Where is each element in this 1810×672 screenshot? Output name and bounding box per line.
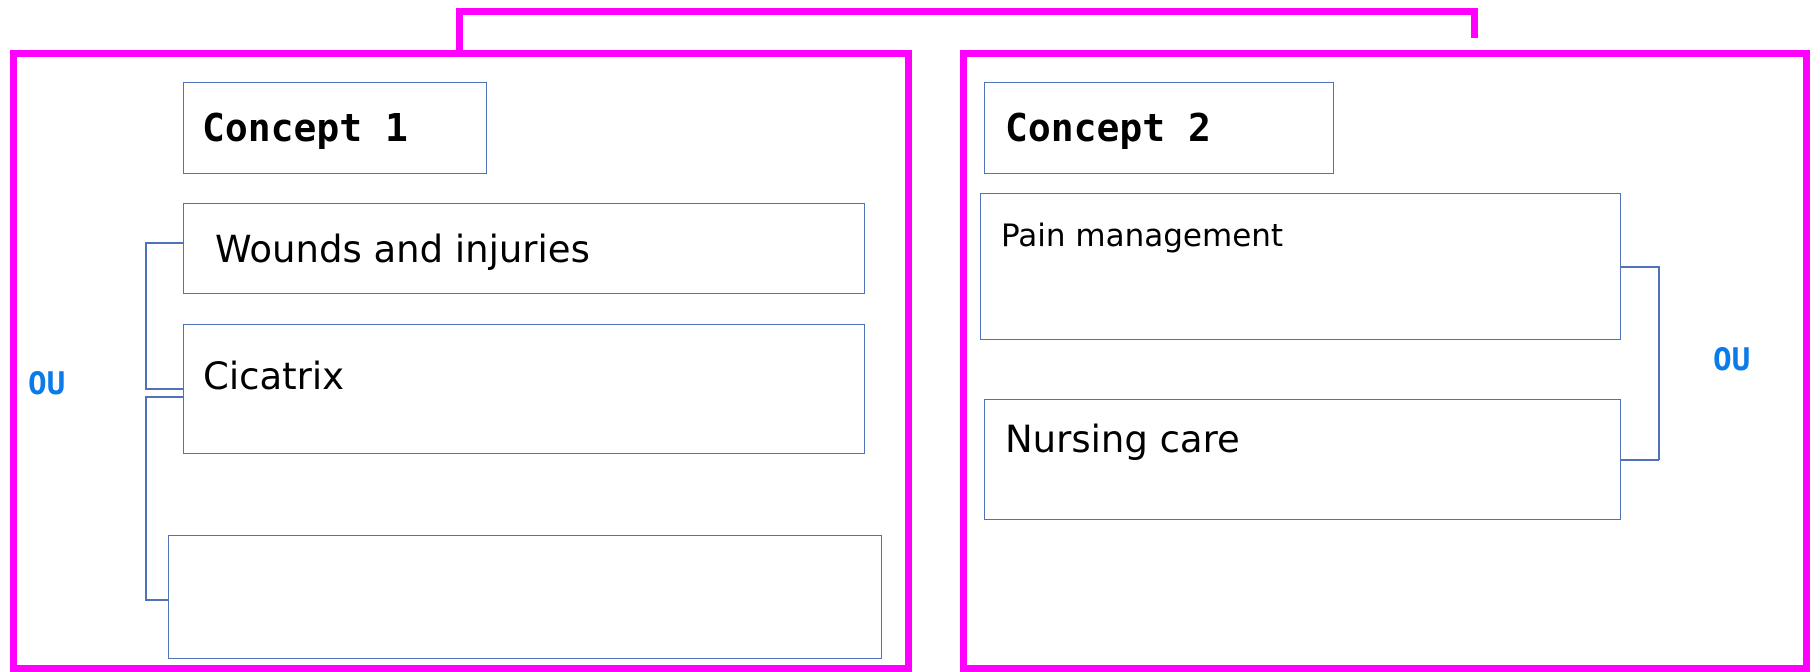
concept-2-bracket-vertical — [1658, 266, 1660, 460]
concept-1-bracket-upper-top — [145, 242, 183, 244]
concept-2-bracket-top — [1621, 266, 1659, 268]
concept-1-bracket-upper-bottom — [145, 388, 183, 390]
concept-connector-bar — [456, 8, 1478, 15]
concept-2-or-operator: OU — [1713, 342, 1751, 378]
concept-1-term-box-1: Wounds and injuries — [183, 203, 865, 294]
concept-1-bracket-lower-vertical — [145, 396, 147, 600]
concept-1-term-box-2: Cicatrix — [183, 324, 865, 454]
concept-2-term-1-text: Pain management — [1001, 218, 1284, 254]
concept-2-header: Concept 2 — [984, 82, 1334, 174]
concept-1-term-box-3 — [168, 535, 882, 659]
concept-connector-right-riser — [1471, 8, 1478, 38]
concept-1-header: Concept 1 — [183, 82, 487, 174]
concept-2-term-box-2: Nursing care — [984, 399, 1621, 520]
concept-2-term-box-1: Pain management — [980, 193, 1621, 340]
concept-1-title: Concept 1 — [202, 106, 408, 150]
concept-2-term-2-text: Nursing care — [1005, 418, 1240, 461]
concept-1-bracket-upper-vertical — [145, 242, 147, 389]
concept-1-or-operator: OU — [28, 366, 66, 402]
concept-1-term-1-text: Wounds and injuries — [215, 228, 590, 271]
concept-1-bracket-lower-top — [145, 396, 183, 398]
concept-2-bracket-bottom — [1621, 459, 1659, 461]
concept-1-term-2-text: Cicatrix — [203, 355, 345, 398]
concept-2-title: Concept 2 — [1005, 106, 1211, 150]
